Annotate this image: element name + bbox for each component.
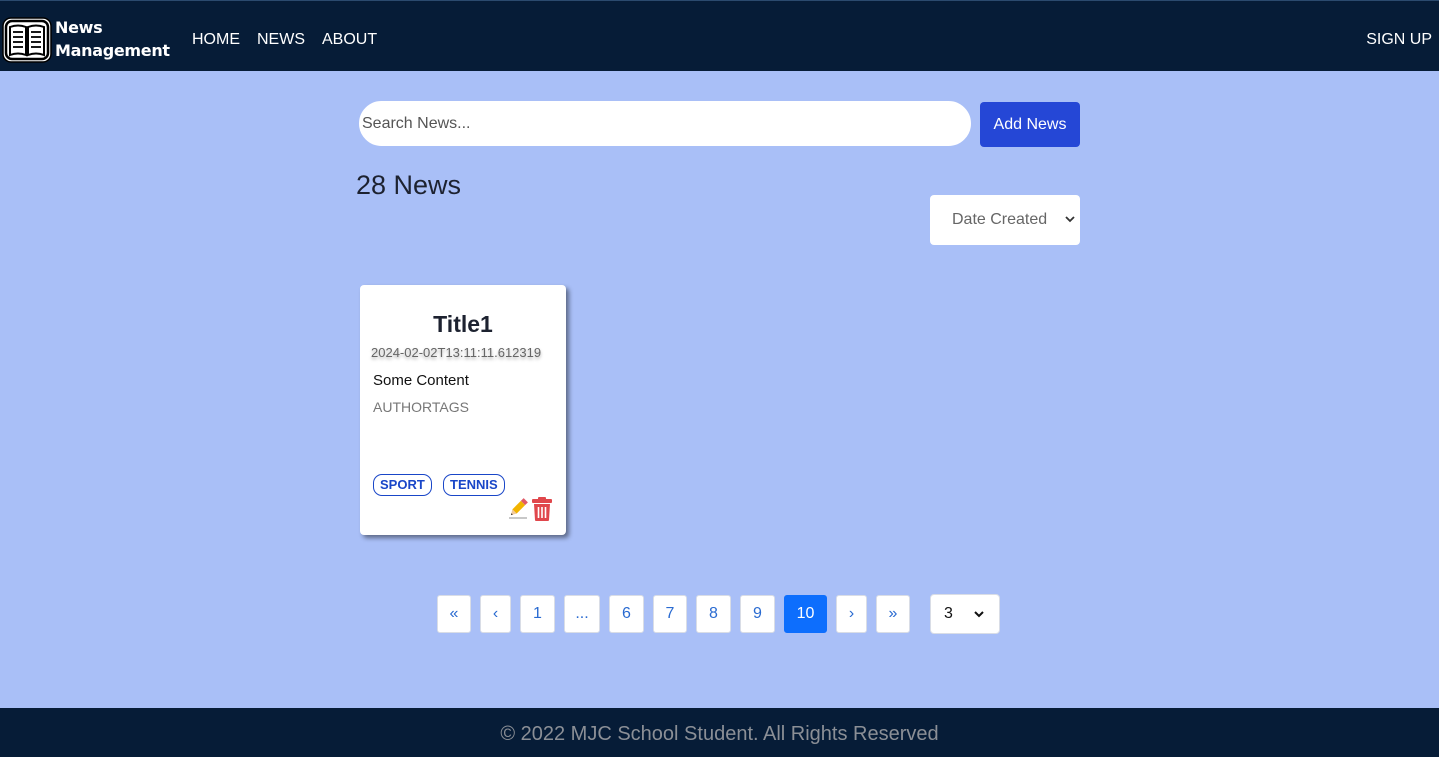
add-news-button[interactable]: Add News	[980, 102, 1080, 147]
news-card-content: Some Content	[373, 372, 469, 389]
news-card-author: AUTHORTAGS	[373, 399, 469, 415]
per-page-value: 3	[944, 605, 953, 622]
page-ellipsis[interactable]: ...	[564, 595, 600, 633]
page-1-button[interactable]: 1	[520, 595, 555, 633]
per-page-select[interactable]: 3	[930, 594, 1000, 634]
trash-delete-icon[interactable]	[531, 496, 553, 522]
navbar: News Management HOME NEWS ABOUT SIGN UP	[0, 0, 1439, 71]
page-8-button[interactable]: 8	[696, 595, 731, 633]
nav-links: HOME NEWS ABOUT	[192, 31, 377, 49]
nav-about-link[interactable]: ABOUT	[322, 31, 377, 49]
tag-sport[interactable]: SPORT	[373, 474, 432, 496]
brand-name[interactable]: News Management	[55, 16, 170, 62]
brand-line-2: Management	[55, 41, 170, 60]
nav-home-link[interactable]: HOME	[192, 31, 240, 49]
nav-news-link[interactable]: NEWS	[257, 31, 305, 49]
sign-up-link[interactable]: SIGN UP	[1366, 31, 1432, 49]
footer-copyright: © 2022 MJC School Student. All Rights Re…	[500, 723, 939, 745]
news-card[interactable]: Title1 2024-02-02T13:11:11.612319 Some C…	[360, 285, 566, 535]
search-news-input[interactable]	[359, 101, 971, 146]
sort-select[interactable]: Date Created	[930, 195, 1080, 245]
chevron-down-icon	[974, 611, 984, 618]
page-7-button[interactable]: 7	[653, 595, 687, 633]
pencil-edit-icon[interactable]	[507, 496, 529, 520]
page-last-button[interactable]: »	[876, 595, 910, 633]
footer: © 2022 MJC School Student. All Rights Re…	[0, 708, 1439, 757]
open-book-logo-icon[interactable]	[2, 17, 52, 63]
page-next-button[interactable]: ›	[836, 595, 867, 633]
page-prev-button[interactable]: ‹	[480, 595, 511, 633]
page-9-button[interactable]: 9	[740, 595, 775, 633]
news-card-title: Title1	[433, 311, 493, 337]
news-card-date: 2024-02-02T13:11:11.612319	[371, 345, 542, 360]
tag-tennis[interactable]: TENNIS	[443, 474, 505, 496]
sort-selected-value: Date Created	[952, 211, 1048, 228]
page-10-button-active[interactable]: 10	[784, 595, 827, 633]
news-count-heading: 28 News	[356, 170, 462, 200]
page-6-button[interactable]: 6	[609, 595, 644, 633]
brand-line-1: News	[55, 18, 103, 37]
page-first-button[interactable]: «	[437, 595, 471, 633]
chevron-down-icon	[1065, 216, 1075, 223]
